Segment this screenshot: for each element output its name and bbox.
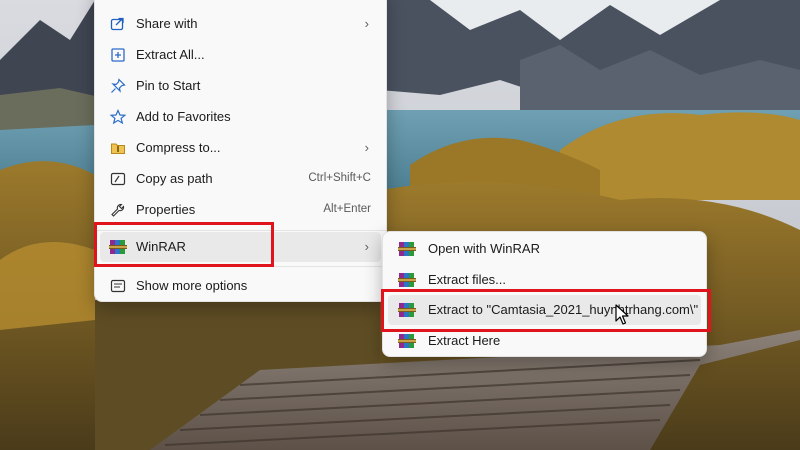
menu-item-label: Copy as path [136,171,213,186]
chevron-right-icon: › [364,16,369,31]
menu-item-label: Properties [136,202,196,217]
chevron-right-icon: › [364,140,369,155]
menu-item-extract-all[interactable]: Extract All... [100,40,381,70]
menu-item-label: Pin to Start [136,78,201,93]
winrar-icon [398,272,416,288]
menu-item-share-with[interactable]: Share with › [100,9,381,39]
menu-item-label: Show more options [136,278,248,293]
submenu-item-label: Extract Here [428,333,501,348]
extract-to-highlight-box [381,289,711,332]
menu-item-label: Extract All... [136,47,205,62]
submenu-item-label: Extract files... [428,272,507,287]
menu-item-properties[interactable]: Properties Alt+Enter [100,195,381,225]
zip-folder-icon [111,143,125,154]
show-more-icon [110,279,126,293]
pin-icon [111,78,126,93]
share-icon [110,17,124,31]
copy-path-icon [110,172,126,186]
menu-item-add-to-favorites[interactable]: Add to Favorites [100,102,381,132]
menu-item-label: Compress to... [136,140,221,155]
chevron-right-icon: › [364,239,369,254]
shortcut-text: Alt+Enter [323,203,371,215]
submenu-item-label: Open with WinRAR [428,241,540,256]
winrar-icon [398,333,416,349]
winrar-icon [398,241,416,257]
menu-item-pin-to-start[interactable]: Pin to Start [100,71,381,101]
menu-item-label: Share with [136,16,198,31]
menu-item-show-more-options[interactable]: Show more options [100,271,381,301]
submenu-item-open-with-winrar[interactable]: Open with WinRAR [388,234,701,264]
menu-item-copy-as-path[interactable]: Copy as path Ctrl+Shift+C [100,164,381,194]
shortcut-text: Ctrl+Shift+C [308,172,371,184]
winrar-highlight-box [94,222,274,267]
menu-item-label: Add to Favorites [136,109,231,124]
menu-item-compress-to[interactable]: Compress to... › [100,133,381,163]
extract-all-icon [111,48,125,62]
star-icon [110,109,126,125]
mouse-cursor-icon [615,304,629,325]
wrench-icon [111,203,125,217]
